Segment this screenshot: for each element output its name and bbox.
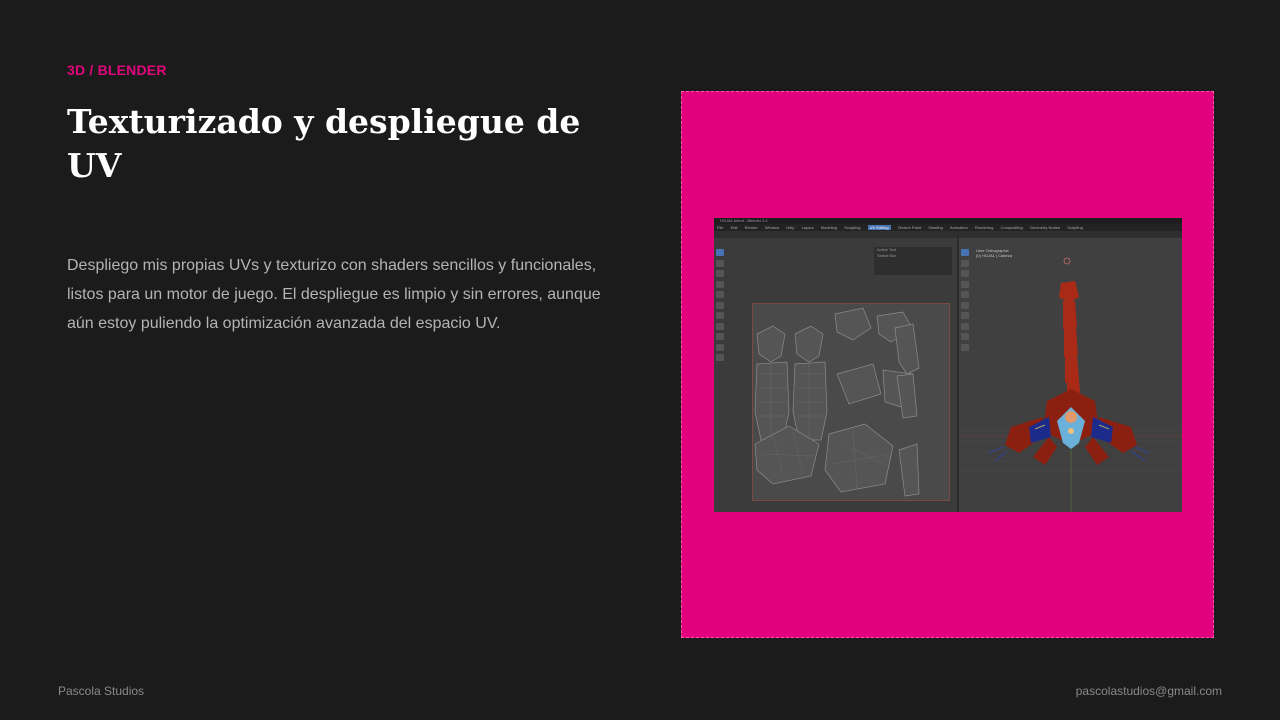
menu-item: File [717, 225, 724, 230]
menu-item: Layout [801, 225, 814, 230]
blender-screenshot: HOJA1.blend - Blender 3.1 File Edit Rend… [714, 218, 1182, 512]
tool-icon [716, 291, 724, 298]
tool-icon [716, 333, 724, 340]
menu-item: Animation [950, 225, 968, 230]
uv-islands-illustration [754, 307, 920, 497]
tool-icon [716, 270, 724, 277]
menu-item-active: UV Editing [867, 225, 891, 230]
menu-item: Rendering [974, 225, 994, 230]
panel-item: Select Box [877, 253, 897, 258]
uv-toolbar [716, 249, 726, 365]
tool-icon [716, 259, 724, 267]
menu-item: Edit [730, 225, 738, 230]
image-frame: HOJA1.blend - Blender 3.1 File Edit Rend… [681, 91, 1214, 638]
menu-item: Compositing [1000, 225, 1023, 230]
tool-icon [716, 249, 724, 256]
menu-item: Geometry Nodes [1029, 225, 1061, 230]
uv-layout [752, 303, 950, 501]
uv-editor-header [714, 231, 957, 238]
tool-icon [716, 312, 724, 319]
tool-icon [716, 322, 724, 330]
scorpion-model-illustration [959, 257, 1182, 512]
tool-icon [716, 343, 724, 351]
3d-viewport-pane: User Orthographic (0) HOJA1 | Cabeza [959, 231, 1182, 512]
menu-item: Texture Paint [897, 225, 922, 230]
active-tool-panel: Active Tool Select Box [874, 247, 952, 275]
footer-brand: Pascola Studios [58, 684, 145, 698]
blender-menubar: File Edit Render Window Help Layout Mode… [714, 224, 1182, 231]
menu-item: Window [764, 225, 780, 230]
menu-item: Shading [928, 225, 943, 230]
category-label: 3D / BLENDER [67, 62, 167, 78]
tool-icon [716, 354, 724, 361]
menu-item: Sculpting [844, 225, 861, 230]
uv-editor-pane: Active Tool Select Box [714, 231, 957, 512]
menu-item: Help [786, 225, 795, 230]
slide-title: Texturizado y despliegue de UV [67, 102, 581, 185]
menu-item: Modeling [820, 225, 837, 230]
tool-icon [716, 280, 724, 288]
menu-item: Render [744, 225, 758, 230]
slide-description: Despliego mis propias UVs y texturizo co… [67, 257, 601, 332]
menu-item: Scripting [1067, 225, 1083, 230]
tool-icon [716, 301, 724, 309]
footer-email: pascolastudios@gmail.com [1075, 684, 1222, 698]
